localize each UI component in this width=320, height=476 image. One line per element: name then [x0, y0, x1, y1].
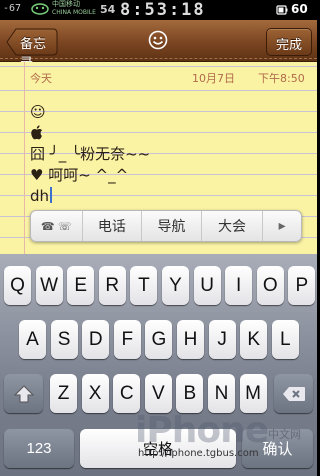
- key-e[interactable]: E: [67, 266, 95, 305]
- key-w[interactable]: W: [35, 266, 63, 305]
- key-t[interactable]: T: [130, 266, 158, 305]
- key-d[interactable]: D: [82, 320, 110, 359]
- smiley-icon: [148, 30, 168, 50]
- key-n[interactable]: N: [208, 374, 235, 413]
- clock: 8:53:18: [120, 0, 206, 20]
- text-cursor: [50, 187, 53, 203]
- note-line: ☺: [30, 103, 46, 121]
- carrier-name-en: CHINA MOBILE: [52, 9, 96, 16]
- done-button-label: 完成: [275, 38, 302, 53]
- note-body[interactable]: ☺ 囧 ╯_ ╰粉无奈~~ ♥ 呵呵~ ^_^ dh: [30, 102, 150, 207]
- battery-icon: [276, 5, 288, 15]
- note-line-current: dh: [30, 186, 150, 207]
- note-time: 下午8:50: [258, 72, 305, 85]
- note-date-label: 今天: [30, 72, 52, 85]
- candidate-item[interactable]: 大会: [202, 211, 264, 241]
- key-o[interactable]: O: [256, 266, 284, 305]
- network-indicator: 54: [100, 3, 116, 16]
- key-y[interactable]: Y: [162, 266, 189, 305]
- key-a[interactable]: A: [19, 320, 46, 359]
- candidate-item[interactable]: ☎ ☏: [31, 211, 83, 241]
- key-r[interactable]: R: [98, 266, 126, 305]
- key-i[interactable]: I: [225, 266, 253, 305]
- return-key[interactable]: 确认: [242, 429, 313, 468]
- key-s[interactable]: S: [50, 320, 78, 359]
- key-l[interactable]: L: [271, 320, 299, 359]
- carrier-name: 中国移动: [52, 0, 80, 8]
- space-key[interactable]: 空格: [80, 429, 236, 468]
- key-u[interactable]: U: [193, 266, 221, 305]
- candidate-item[interactable]: 导航: [142, 211, 202, 241]
- key-c[interactable]: C: [113, 374, 141, 413]
- shift-key[interactable]: [4, 374, 43, 413]
- battery-level: 60: [291, 2, 308, 16]
- key-q[interactable]: Q: [4, 266, 31, 305]
- done-button[interactable]: 完成: [266, 28, 312, 56]
- backspace-icon: [282, 386, 305, 401]
- numbers-key[interactable]: 123: [4, 429, 74, 468]
- key-g[interactable]: G: [145, 320, 173, 359]
- note-date: 10月7日: [192, 72, 235, 85]
- apple-logo-icon: [31, 125, 43, 140]
- key-m[interactable]: M: [239, 374, 267, 413]
- candidate-bar: ☎ ☏ 电话 导航 大会 ▸: [30, 210, 302, 242]
- backspace-key[interactable]: [274, 374, 313, 413]
- key-z[interactable]: Z: [50, 374, 77, 413]
- key-h[interactable]: H: [177, 320, 204, 359]
- key-b[interactable]: B: [176, 374, 204, 413]
- signal-strength: -67: [3, 3, 22, 14]
- typed-text: dh: [30, 187, 50, 205]
- note-line: 囧 ╯_ ╰粉无奈~~: [30, 145, 151, 163]
- key-k[interactable]: K: [240, 320, 268, 359]
- key-p[interactable]: P: [288, 266, 316, 305]
- note-line: [30, 123, 150, 144]
- back-button[interactable]: 备忘录: [6, 28, 58, 71]
- key-j[interactable]: J: [208, 320, 236, 359]
- keyboard: Q W E R T Y U I O P A S D F G H J K L Z X C V B N M 123 空格 确认: [0, 254, 317, 476]
- carrier-logo-icon: [31, 3, 49, 15]
- candidate-more-button[interactable]: ▸: [263, 211, 301, 241]
- key-f[interactable]: F: [113, 320, 141, 359]
- key-v[interactable]: V: [144, 374, 172, 413]
- margin-line: [24, 62, 25, 254]
- note-editor[interactable]: 今天 10月7日 下午8:50 ☺ 囧 ╯_ ╰粉无奈~~ ♥ 呵呵~ ^_^ …: [0, 62, 317, 254]
- candidate-item[interactable]: 电话: [83, 211, 143, 241]
- status-bar: -67 中国移动 CHINA MOBILE 54 8:53:18 60: [0, 0, 317, 20]
- note-line: ♥ 呵呵~ ^_^: [30, 166, 129, 184]
- shift-icon: [13, 384, 34, 402]
- key-x[interactable]: X: [81, 374, 109, 413]
